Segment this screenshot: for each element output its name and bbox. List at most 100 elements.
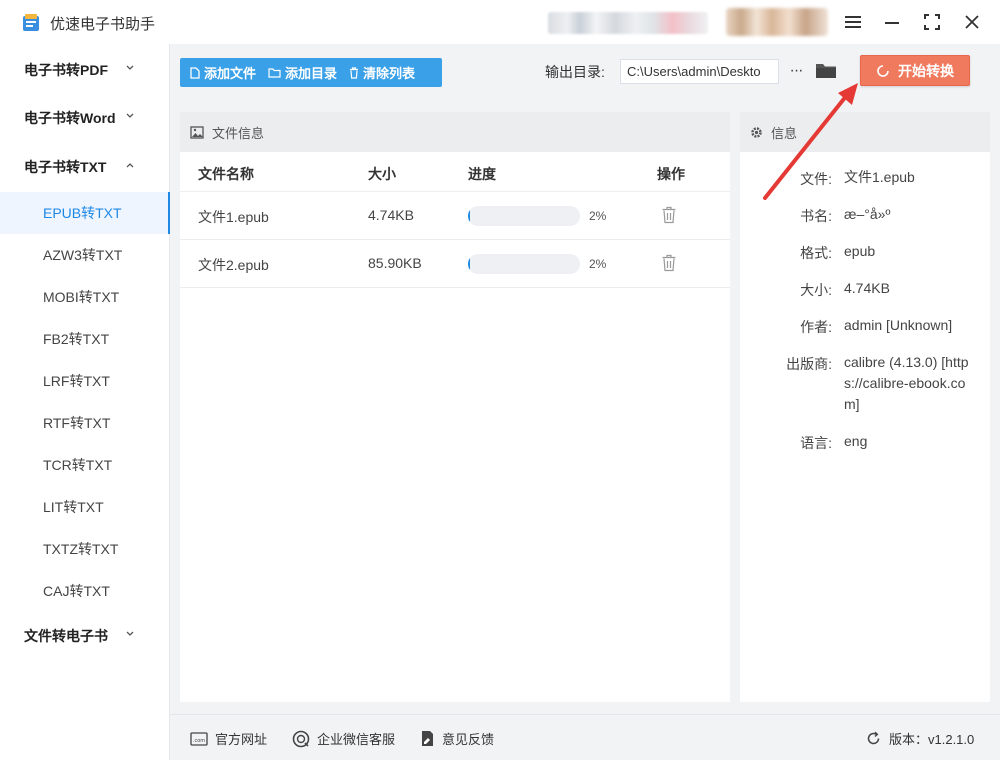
column-action-header: 操作	[657, 166, 685, 182]
close-icon[interactable]	[960, 10, 984, 34]
version-info[interactable]: 版本：v1.2.1.0	[866, 729, 974, 748]
file-icon	[190, 66, 200, 79]
sidebar-item-rtf-to-txt[interactable]: RTF转TXT	[0, 402, 170, 444]
sidebar-item-tcr-to-txt[interactable]: TCR转TXT	[0, 444, 170, 486]
progress-fill	[468, 254, 471, 274]
feedback-link[interactable]: 意见反馈	[420, 729, 494, 748]
sidebar-category-label: 电子书转TXT	[24, 159, 107, 175]
file-action-group: 添加文件 添加目录 清除列表	[180, 58, 442, 87]
image-icon	[190, 125, 204, 139]
version-label: 版本：v1.2.1.0	[889, 732, 975, 747]
sidebar-category-word[interactable]: 电子书转Word	[0, 98, 170, 138]
info-value: eng	[844, 433, 868, 449]
app-title: 优速电子书助手	[50, 16, 156, 33]
file-name: 文件2.epub	[198, 257, 269, 273]
official-website-label: 官方网址	[215, 732, 268, 747]
progress-fill	[468, 206, 471, 226]
sidebar-item-txtz-to-txt[interactable]: TXTZ转TXT	[0, 528, 170, 570]
folder-icon	[268, 68, 281, 78]
sidebar-item-epub-to-txt[interactable]: EPUB转TXT	[0, 192, 170, 234]
blurred-avatar	[726, 8, 828, 36]
output-directory-input[interactable]	[620, 59, 779, 84]
open-folder-icon[interactable]	[815, 61, 837, 80]
official-website-link[interactable]: .com 官方网址	[190, 729, 267, 748]
info-value: æ–°å»º	[844, 206, 891, 222]
title-bar: 优速电子书助手	[0, 0, 1000, 44]
table-row[interactable]: 文件2.epub 85.90KB 2%	[180, 240, 730, 288]
info-key: 大小:	[800, 282, 832, 298]
start-convert-label: 开始转换	[898, 62, 954, 79]
chevron-down-icon	[126, 65, 134, 70]
add-file-label: 添加文件	[204, 66, 257, 81]
file-panel-title: 文件信息	[212, 125, 265, 141]
column-size-header: 大小	[368, 166, 396, 182]
sidebar: 电子书转PDF 电子书转Word 电子书转TXT EPUB转TXT AZW3转T…	[0, 44, 170, 760]
delete-file-icon[interactable]	[661, 206, 677, 224]
chevron-down-icon	[126, 113, 134, 118]
sidebar-category-label: 文件转电子书	[24, 628, 108, 644]
info-key: 语言:	[800, 435, 832, 451]
info-value: 文件1.epub	[844, 169, 915, 185]
delete-file-icon[interactable]	[661, 254, 677, 272]
sidebar-item-fb2-to-txt[interactable]: FB2转TXT	[0, 318, 170, 360]
chevron-up-icon	[126, 163, 134, 168]
info-key: 出版商:	[786, 356, 832, 372]
output-directory-label: 输出目录:	[545, 64, 605, 80]
website-icon: .com	[190, 731, 208, 746]
progress-percent: 2%	[589, 257, 607, 271]
footer: .com 官方网址 企业微信客服 意见反馈 版本：v1.2.1.0	[170, 714, 1000, 760]
start-convert-button[interactable]: 开始转换	[860, 55, 970, 86]
file-size: 85.90KB	[368, 255, 422, 271]
chat-icon	[292, 730, 310, 747]
add-file-button[interactable]: 添加文件	[180, 58, 262, 87]
sidebar-item-azw3-to-txt[interactable]: AZW3转TXT	[0, 234, 170, 276]
info-value: 4.74KB	[844, 280, 890, 296]
file-panel-header: 文件信息	[180, 112, 730, 152]
file-size: 4.74KB	[368, 207, 414, 223]
browse-more-button[interactable]: ···	[786, 59, 806, 83]
wechat-service-label: 企业微信客服	[317, 732, 396, 747]
loading-spinner-icon	[877, 64, 889, 77]
info-value: admin [Unknown]	[844, 317, 953, 333]
trash-icon	[350, 66, 359, 79]
maximize-icon[interactable]	[920, 10, 944, 34]
info-key: 文件:	[800, 171, 832, 187]
info-value: calibre (4.13.0) [https://calibre-ebook.…	[844, 354, 969, 412]
file-name: 文件1.epub	[198, 209, 269, 225]
sidebar-category-txt[interactable]: 电子书转TXT	[0, 147, 170, 187]
file-table-header: 文件名称 大小 进度 操作	[180, 152, 730, 192]
sidebar-item-lrf-to-txt[interactable]: LRF转TXT	[0, 360, 170, 402]
progress-percent: 2%	[589, 209, 607, 223]
sidebar-category-pdf[interactable]: 电子书转PDF	[0, 50, 170, 90]
info-panel-header: 信息	[740, 112, 990, 152]
sidebar-item-lit-to-txt[interactable]: LIT转TXT	[0, 486, 170, 528]
sidebar-item-caj-to-txt[interactable]: CAJ转TXT	[0, 570, 170, 612]
progress-bar	[468, 254, 580, 274]
minimize-icon[interactable]	[880, 10, 904, 34]
gear-icon	[751, 126, 762, 138]
sidebar-item-mobi-to-txt[interactable]: MOBI转TXT	[0, 276, 170, 318]
info-panel-title: 信息	[771, 125, 798, 141]
info-value: epub	[844, 243, 876, 259]
add-directory-button[interactable]: 添加目录	[262, 58, 343, 87]
feedback-icon	[422, 731, 433, 746]
feedback-label: 意见反馈	[442, 732, 495, 747]
file-list-panel: 文件信息 文件名称 大小 进度 操作 文件1.epub 4.74KB 2% 文件…	[180, 112, 730, 702]
add-directory-label: 添加目录	[285, 66, 338, 81]
clear-list-button[interactable]: 清除列表	[343, 58, 421, 87]
info-key: 作者:	[800, 319, 832, 335]
sidebar-category-label: 电子书转Word	[24, 110, 116, 126]
sidebar-category-to-ebook[interactable]: 文件转电子书	[0, 616, 170, 656]
table-row[interactable]: 文件1.epub 4.74KB 2%	[180, 192, 730, 240]
svg-text:.com: .com	[193, 738, 205, 744]
clear-list-label: 清除列表	[363, 66, 416, 81]
info-key: 书名:	[800, 208, 832, 224]
refresh-icon	[867, 731, 880, 745]
wechat-service-link[interactable]: 企业微信客服	[292, 729, 395, 748]
chevron-down-icon	[126, 631, 134, 636]
sidebar-category-label: 电子书转PDF	[24, 62, 108, 78]
file-info-panel: 信息 文件: 文件1.epub 书名: æ–°å»º 格式: epub 大小: …	[740, 112, 990, 702]
column-name-header: 文件名称	[198, 166, 254, 182]
column-progress-header: 进度	[468, 166, 496, 182]
menu-icon[interactable]	[841, 10, 865, 34]
